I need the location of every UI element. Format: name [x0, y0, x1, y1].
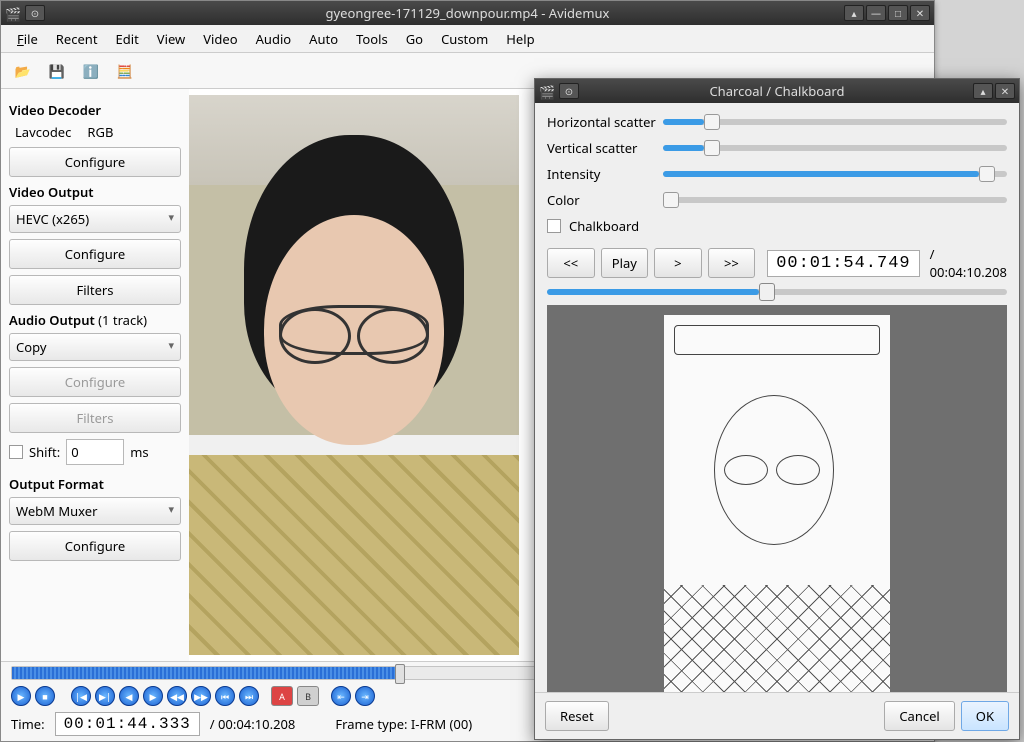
minimize-button[interactable]: —: [866, 5, 886, 21]
hscatter-label: Horizontal scatter: [547, 113, 663, 131]
output-format-title: Output Format: [9, 475, 181, 493]
dialog-app-icon: 🎬: [539, 83, 555, 99]
color-label: Color: [547, 191, 663, 209]
audio-configure-button: Configure: [9, 367, 181, 397]
decoder-mode: RGB: [87, 123, 113, 141]
dialog-title: Charcoal / Chalkboard: [709, 82, 844, 100]
prev-keyframe-button[interactable]: |◀: [71, 686, 91, 706]
dlg-time-display[interactable]: 00:01:54.749: [767, 250, 919, 277]
set-marker-b-button[interactable]: B: [297, 686, 319, 706]
menu-audio[interactable]: Audio: [248, 26, 300, 52]
stop-button[interactable]: ■: [35, 686, 55, 706]
save-icon[interactable]: 💾: [47, 61, 67, 81]
next-keyframe-button[interactable]: ▶|: [95, 686, 115, 706]
menu-video[interactable]: Video: [195, 26, 245, 52]
shift-label: Shift:: [29, 443, 60, 461]
shift-unit: ms: [130, 443, 148, 461]
menu-file[interactable]: FFileile: [9, 26, 46, 52]
shade-button[interactable]: ▴: [844, 5, 864, 21]
video-codec-select[interactable]: HEVC (x265): [9, 205, 181, 233]
app-icon: 🎬: [5, 5, 21, 21]
calculator-icon[interactable]: 🧮: [115, 61, 135, 81]
info-icon[interactable]: ℹ️: [81, 61, 101, 81]
video-filters-button[interactable]: Filters: [9, 275, 181, 305]
menu-custom[interactable]: Custom: [433, 26, 496, 52]
video-frame: [189, 95, 519, 655]
frame-type: Frame type: I-FRM (00): [335, 715, 472, 733]
prev-black-button[interactable]: ◀◀: [167, 686, 187, 706]
ok-button[interactable]: OK: [961, 701, 1009, 731]
dialog-close-button[interactable]: ✕: [995, 83, 1015, 99]
audio-codec-select[interactable]: Copy: [9, 333, 181, 361]
vscatter-label: Vertical scatter: [547, 139, 663, 157]
filter-dialog: 🎬 ⊙ Charcoal / Chalkboard ▴ ✕ Horizontal…: [534, 78, 1020, 740]
time-display[interactable]: 00:01:44.333: [55, 712, 200, 736]
vscatter-slider[interactable]: [663, 145, 1007, 151]
dialog-shade-button[interactable]: ▴: [973, 83, 993, 99]
intensity-label: Intensity: [547, 165, 663, 183]
decoder-codec: Lavcodec: [15, 123, 71, 141]
menu-view[interactable]: View: [149, 26, 193, 52]
goto-b-button[interactable]: ⇥: [355, 686, 375, 706]
hscatter-slider[interactable]: [663, 119, 1007, 125]
shift-input[interactable]: [66, 439, 124, 465]
intensity-slider[interactable]: [663, 171, 1007, 177]
goto-a-button[interactable]: ⇤: [331, 686, 351, 706]
sidebar: Video Decoder Lavcodec RGB Configure Vid…: [1, 89, 189, 661]
dlg-preview-area: [547, 305, 1007, 705]
video-output-title: Video Output: [9, 183, 181, 201]
video-configure-button[interactable]: Configure: [9, 239, 181, 269]
total-time: / 00:04:10.208: [210, 715, 296, 733]
chalkboard-label: Chalkboard: [569, 217, 639, 235]
prev-frame-button[interactable]: ◀: [119, 686, 139, 706]
dlg-timeline[interactable]: [547, 289, 1007, 295]
dlg-forward-button[interactable]: >>: [708, 248, 756, 278]
last-frame-button[interactable]: ⏭: [239, 686, 259, 706]
chalkboard-checkbox[interactable]: [547, 219, 561, 233]
set-marker-a-button[interactable]: A: [271, 686, 293, 706]
menu-edit[interactable]: Edit: [108, 26, 147, 52]
menu-auto[interactable]: Auto: [301, 26, 346, 52]
open-icon[interactable]: 📂: [13, 61, 33, 81]
maximize-button[interactable]: □: [888, 5, 908, 21]
decoder-configure-button[interactable]: Configure: [9, 147, 181, 177]
audio-output-title: Audio Output (1 track): [9, 311, 181, 329]
next-frame-button[interactable]: ▶: [143, 686, 163, 706]
next-black-button[interactable]: ▶▶: [191, 686, 211, 706]
menu-tools[interactable]: Tools: [348, 26, 396, 52]
play-button[interactable]: ▶: [11, 686, 31, 706]
shift-checkbox[interactable]: [9, 445, 23, 459]
menubar: FFileile Recent Edit View Video Audio Au…: [1, 25, 934, 53]
reset-button[interactable]: Reset: [545, 701, 609, 731]
audio-filters-button: Filters: [9, 403, 181, 433]
color-slider[interactable]: [663, 197, 1007, 203]
dlg-footer: Reset Cancel OK: [535, 692, 1019, 739]
dialog-titlebar[interactable]: 🎬 ⊙ Charcoal / Chalkboard ▴ ✕: [535, 79, 1019, 103]
main-titlebar[interactable]: 🎬 ⊙ gyeongree-171129_downpour.mp4 - Avid…: [1, 1, 934, 25]
menu-go[interactable]: Go: [398, 26, 431, 52]
video-decoder-title: Video Decoder: [9, 101, 181, 119]
close-button[interactable]: ✕: [910, 5, 930, 21]
format-select[interactable]: WebM Muxer: [9, 497, 181, 525]
window-title: gyeongree-171129_downpour.mp4 - Avidemux: [326, 4, 610, 22]
dlg-play-button[interactable]: Play: [601, 248, 649, 278]
dlg-preview-image: [664, 315, 890, 695]
dialog-pin-button[interactable]: ⊙: [559, 83, 579, 99]
dlg-total-time: / 00:04:10.208: [930, 245, 1007, 281]
first-frame-button[interactable]: ⏮: [215, 686, 235, 706]
dlg-rewind-button[interactable]: <<: [547, 248, 595, 278]
cancel-button[interactable]: Cancel: [884, 701, 954, 731]
dlg-step-button[interactable]: >: [654, 248, 702, 278]
format-configure-button[interactable]: Configure: [9, 531, 181, 561]
menu-help[interactable]: Help: [498, 26, 542, 52]
pin-button[interactable]: ⊙: [25, 5, 45, 21]
menu-recent[interactable]: Recent: [48, 26, 106, 52]
time-label: Time:: [11, 715, 45, 733]
